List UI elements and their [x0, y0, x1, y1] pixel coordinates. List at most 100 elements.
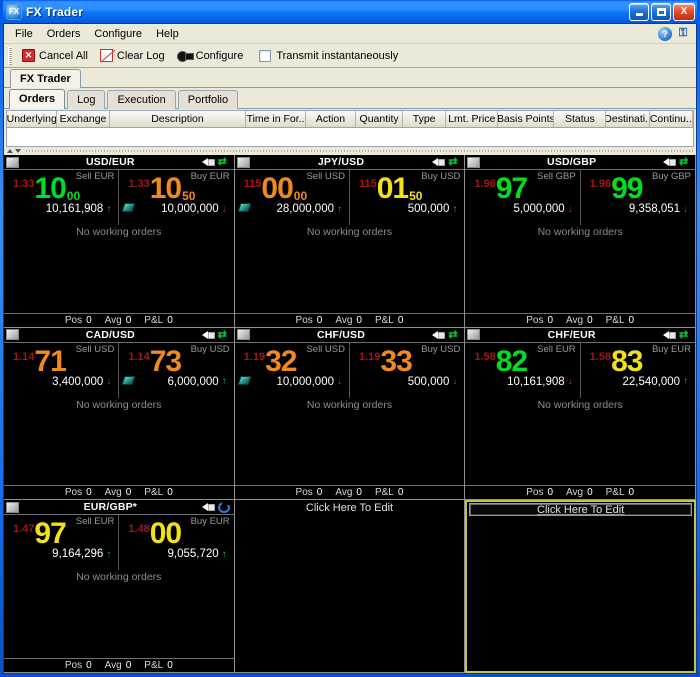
click-here-to-edit-button[interactable]: Click Here To Edit [469, 503, 692, 517]
fx-panel[interactable]: CAD/USD ⇄ Sell USD 1.14 71 3,400,000 ↓ Buy USD 1… [4, 327, 235, 501]
orders-table-body[interactable] [7, 128, 693, 146]
speaker-icon[interactable] [663, 330, 676, 340]
clear-log-button[interactable]: Clear Log [94, 47, 171, 64]
speaker-icon[interactable] [201, 502, 215, 512]
splitter-handle[interactable] [4, 147, 696, 155]
orders-column-header[interactable]: Basis Points [498, 111, 555, 127]
fx-panel[interactable]: USD/GBP ⇄ Sell GBP 1.96 97 5,000,000 ↓ Buy GBP 1… [465, 155, 696, 328]
fx-pos-value: 0 [86, 660, 92, 671]
configure-button[interactable]: Configure [171, 48, 250, 64]
orders-column-header[interactable]: Action [306, 111, 357, 127]
fx-buy-side[interactable]: Buy USD 1.14 73 6,000,000 ↑ [119, 343, 233, 398]
fx-panel[interactable]: CHF/EUR ⇄ Sell EUR 1.58 82 10,161,908 ↓ Buy EUR… [465, 327, 696, 501]
speaker-icon[interactable] [432, 157, 446, 167]
orders-column-header[interactable]: Description [110, 111, 247, 127]
fx-orders-area[interactable] [4, 413, 234, 486]
fx-panel-menu-icon[interactable] [467, 156, 481, 168]
fx-pnl-value: 0 [628, 314, 635, 326]
speaker-icon[interactable] [201, 330, 215, 340]
minimize-button[interactable] [629, 2, 649, 21]
fx-sell-side[interactable]: Sell EUR 1.47 97 9,164,296 ↑ [4, 515, 120, 571]
fx-orders-area[interactable] [4, 240, 234, 313]
fx-panel-header: CHF/EUR ⇄ [465, 327, 695, 343]
transmit-instantaneously-checkbox[interactable]: Transmit instantaneously [253, 48, 404, 64]
deep-book-icon[interactable] [237, 203, 252, 212]
speaker-icon[interactable] [432, 330, 446, 340]
fx-panel-menu-icon[interactable] [467, 329, 481, 341]
fx-buy-side[interactable]: Buy EUR 1.48 00 9,055,720 ↑ [119, 515, 233, 570]
orders-column-header[interactable]: Status [554, 111, 607, 127]
tab-portfolio[interactable]: Portfolio [177, 90, 239, 109]
menu-configure[interactable]: Configure [87, 26, 149, 42]
tab-log[interactable]: Log [67, 90, 106, 109]
fx-empty-panel-body[interactable] [234, 515, 465, 672]
cancel-all-button[interactable]: ✕ Cancel All [16, 47, 94, 64]
fx-buy-side[interactable]: Buy USD 115 01 50 500,000 ↑ [350, 170, 464, 225]
fx-panel[interactable]: JPY/USD ⇄ Sell USD 115 00 00 28,000,000 ↑ Buy US… [234, 155, 466, 328]
fx-orders-area[interactable] [465, 413, 695, 486]
orders-column-header[interactable]: Time in For.. [246, 111, 306, 127]
speaker-icon[interactable] [663, 157, 676, 167]
deep-book-icon[interactable] [237, 375, 252, 385]
fx-buy-side[interactable]: Buy GBP 1.96 99 9,358,051 ↓ [581, 170, 695, 225]
menu-help[interactable]: Help [149, 26, 186, 42]
fx-sell-side[interactable]: Sell EUR 1.58 82 10,161,908 ↓ [465, 342, 581, 398]
swap-arrows-icon[interactable]: ⇄ [679, 329, 691, 340]
orders-column-header[interactable]: Exchange [57, 111, 110, 127]
click-here-to-edit-button[interactable]: Click Here To Edit [235, 500, 465, 515]
swap-arrows-icon[interactable]: ⇄ [448, 329, 460, 340]
swap-arrows-icon[interactable]: ⇄ [218, 329, 230, 340]
swap-arrows-icon[interactable]: ⇄ [448, 157, 460, 168]
fx-panel[interactable]: CHF/USD ⇄ Sell USD 1.19 32 10,000,000 ↓ Buy USD… [234, 327, 466, 501]
fx-panel-menu-icon[interactable] [6, 329, 19, 341]
orders-column-header[interactable]: Destinati.. [606, 111, 650, 127]
fx-panel-menu-icon[interactable] [6, 501, 19, 513]
collapse-down-icon[interactable] [15, 149, 21, 153]
fx-panel-menu-icon[interactable] [236, 156, 250, 168]
fx-buy-side[interactable]: Buy EUR 1.33 10 50 10,000,000 ↓ [119, 170, 233, 225]
fx-sell-side[interactable]: Sell USD 1.19 32 10,000,000 ↓ [235, 342, 350, 398]
key-icon[interactable]: ⚿ [676, 27, 690, 41]
fx-sell-side[interactable]: Sell GBP 1.96 97 5,000,000 ↓ [465, 170, 581, 225]
fx-pos-stat: Pos 0 [65, 487, 92, 498]
swap-arrows-icon[interactable]: ⇄ [218, 157, 230, 168]
fx-empty-panel-body[interactable] [467, 517, 694, 671]
maximize-button[interactable] [651, 2, 671, 21]
fx-panel-menu-icon[interactable] [6, 156, 19, 168]
speaker-icon[interactable] [201, 157, 215, 167]
toolbar-grip[interactable] [8, 46, 12, 65]
fx-empty-panel[interactable]: Click Here To Edit [234, 500, 466, 673]
fx-sell-side[interactable]: Sell USD 1.14 71 3,400,000 ↓ [4, 342, 120, 398]
orders-column-header[interactable]: Type [403, 111, 447, 127]
fx-sell-side[interactable]: Sell USD 115 00 00 28,000,000 ↑ [235, 170, 350, 225]
fx-sell-side[interactable]: Sell EUR 1.33 10 00 10,161,908 ↑ [4, 170, 120, 225]
help-icon[interactable]: ? [658, 26, 672, 41]
orders-column-header[interactable]: Underlying [7, 111, 58, 127]
deep-book-icon[interactable] [121, 203, 136, 212]
fx-pnl-stat: P&L 0 [375, 315, 403, 326]
refresh-icon[interactable] [217, 501, 230, 513]
swap-arrows-icon[interactable]: ⇄ [679, 157, 691, 168]
fx-panel[interactable]: USD/EUR ⇄ Sell EUR 1.33 10 00 10,161,908 ↑ Buy E… [4, 155, 235, 328]
orders-column-header[interactable]: Quantity [356, 111, 403, 127]
deep-book-icon[interactable] [121, 375, 136, 385]
tab-orders[interactable]: Orders [9, 89, 66, 109]
orders-column-header[interactable]: Continu.. [650, 111, 693, 127]
tab-fx-trader[interactable]: FX Trader [10, 69, 81, 88]
collapse-up-icon[interactable] [7, 149, 13, 153]
menu-orders[interactable]: Orders [40, 26, 88, 42]
fx-orders-area[interactable] [4, 585, 234, 658]
fx-empty-panel[interactable]: Click Here To Edit [465, 500, 696, 673]
tab-execution[interactable]: Execution [107, 90, 176, 109]
fx-buy-side[interactable]: Buy USD 1.19 33 500,000 ↓ [350, 343, 464, 398]
menu-file[interactable]: File [8, 26, 40, 42]
fx-quote-row: Sell USD 1.19 32 10,000,000 ↓ Buy USD 1.19 33 50… [235, 342, 465, 398]
fx-buy-side[interactable]: Buy EUR 1.58 83 22,540,000 ↑ [581, 343, 695, 398]
fx-panel-menu-icon[interactable] [236, 329, 250, 341]
fx-panel[interactable]: EUR/GBP* Sell EUR 1.47 97 9,164,296 ↑ Buy EUR 1… [4, 500, 235, 673]
fx-orders-area[interactable] [235, 240, 465, 313]
fx-orders-area[interactable] [465, 240, 695, 313]
fx-orders-area[interactable] [235, 413, 465, 486]
orders-column-header[interactable]: Lmt. Price [446, 111, 499, 127]
close-button[interactable]: X [673, 2, 695, 21]
